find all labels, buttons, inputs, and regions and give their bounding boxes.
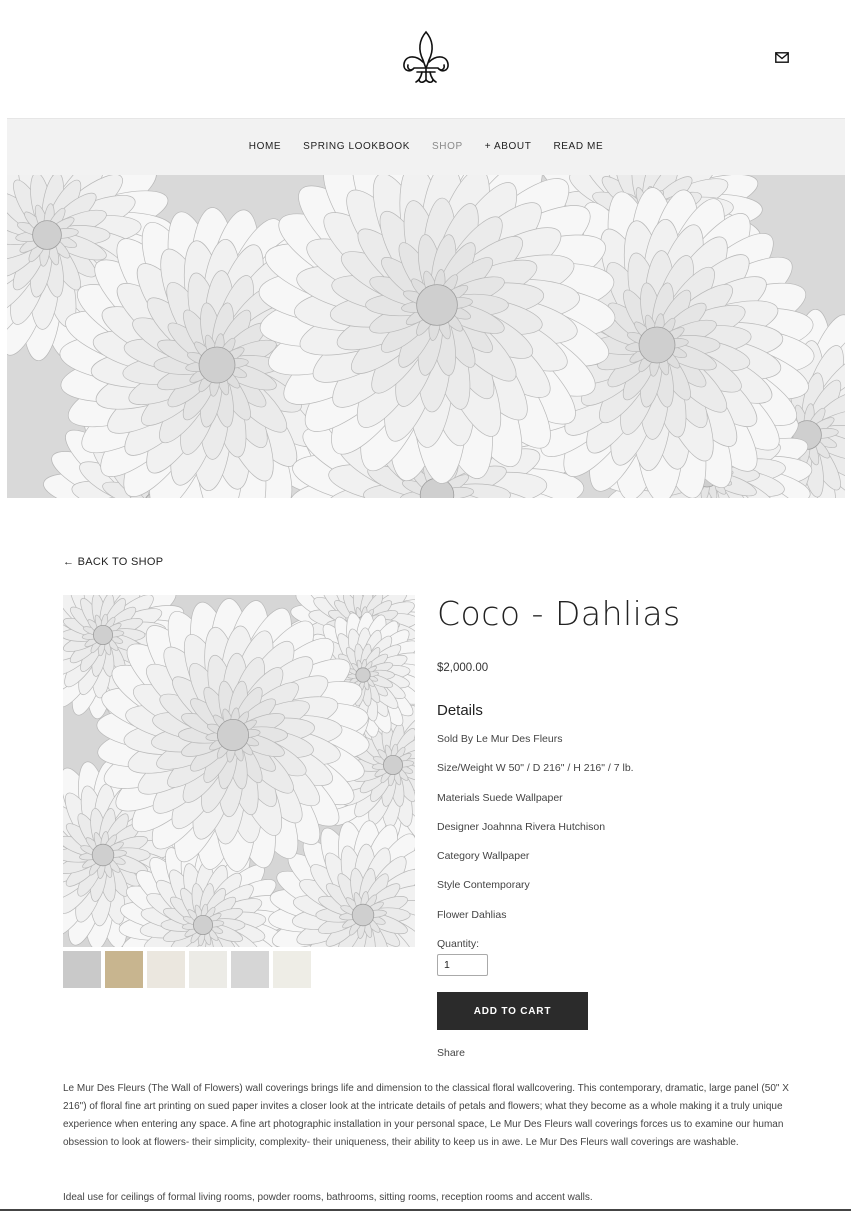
add-to-cart-button[interactable]: ADD TO CART [437,992,588,1030]
hero-banner-image [7,175,845,498]
quantity-label: Quantity: [437,938,480,950]
dahlia-banner-graphic [7,175,845,498]
product-description: Le Mur Des Fleurs (The Wall of Flowers) … [63,1083,789,1148]
product-title: Coco - Dahlias [437,594,681,633]
detail-category: Category Wallpaper [437,850,530,862]
nav-item-about[interactable]: + ABOUT [474,141,543,152]
details-heading: Details [437,702,483,719]
share-link[interactable]: Share [437,1047,465,1059]
detail-materials: Materials Suede Wallpaper [437,792,563,804]
quantity-input[interactable] [437,954,488,976]
detail-size-weight: Size/Weight W 50" / D 216" / H 216" / 7 … [437,762,634,774]
thumbnail-6[interactable] [273,951,311,988]
thumbnail-2[interactable] [105,951,143,988]
detail-flower: Flower Dahlias [437,909,507,921]
thumbnail-5[interactable] [231,951,269,988]
nav-item-read-me[interactable]: READ ME [542,141,614,152]
detail-designer: Designer Joahnna Rivera Hutchison [437,821,606,833]
product-main-image[interactable] [63,595,415,947]
dahlia-product-graphic [63,595,415,947]
product-price: $2,000.00 [437,662,489,674]
detail-sold-by: Sold By Le Mur Des Fleurs [437,733,563,745]
nav-item-home[interactable]: HOME [238,141,292,152]
mail-icon[interactable] [775,52,789,63]
thumbnail-3[interactable] [147,951,185,988]
nav-item-shop[interactable]: SHOP [421,141,474,152]
nav-item-spring-lookbook[interactable]: SPRING LOOKBOOK [292,141,421,152]
back-to-shop-link[interactable]: ← BACK TO SHOP [63,556,163,568]
main-nav: HOME SPRING LOOKBOOK SHOP + ABOUT READ M… [7,118,845,175]
detail-style: Style Contemporary [437,879,530,891]
page-frame: HOME SPRING LOOKBOOK SHOP + ABOUT READ M… [7,0,845,1211]
product-ideal-use: Ideal use for ceilings of formal living … [63,1192,593,1203]
thumbnail-1[interactable] [63,951,101,988]
thumbnail-4[interactable] [189,951,227,988]
fleur-de-lis-icon[interactable] [399,28,453,88]
product-thumbnails [63,951,311,988]
site-header [7,0,845,118]
